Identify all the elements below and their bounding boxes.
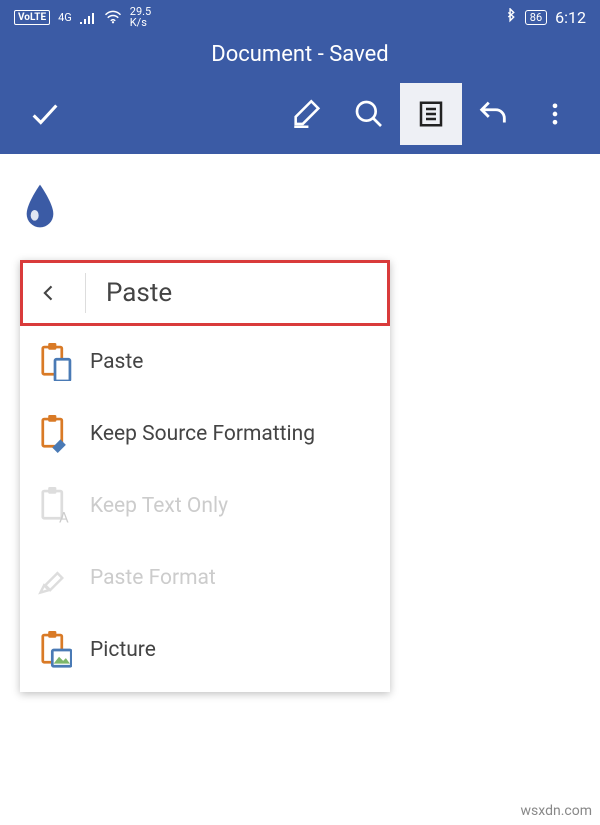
menu-item-label: Keep Source Formatting bbox=[90, 422, 315, 446]
document-title: Document - Saved bbox=[211, 42, 388, 67]
menu-item-label: Keep Text Only bbox=[90, 494, 228, 518]
bluetooth-icon bbox=[505, 8, 517, 26]
more-button[interactable] bbox=[524, 83, 586, 145]
menu-item-keep-text: A Keep Text Only bbox=[20, 470, 390, 542]
clipboard-brush-icon bbox=[38, 415, 72, 453]
paste-menu: Paste Paste Keep Source Formatting A bbox=[20, 260, 390, 692]
toolbar bbox=[0, 74, 600, 154]
volte-badge: VoLTE bbox=[14, 10, 50, 25]
format-pen-button[interactable] bbox=[276, 83, 338, 145]
done-button[interactable] bbox=[14, 83, 76, 145]
menu-item-label: Paste bbox=[90, 350, 143, 374]
network-4g: 4G bbox=[58, 11, 72, 24]
back-button[interactable] bbox=[33, 277, 65, 309]
reading-view-button[interactable] bbox=[400, 83, 462, 145]
status-left: VoLTE 4G 29.5 K/s bbox=[14, 6, 151, 28]
document-area: Paste Paste Keep Source Formatting A bbox=[0, 154, 600, 702]
clipboard-paste-icon bbox=[38, 343, 72, 381]
menu-title: Paste bbox=[106, 278, 172, 308]
svg-text:A: A bbox=[59, 508, 69, 525]
clipboard-text-icon: A bbox=[38, 487, 72, 525]
watermark: wsxdn.com bbox=[521, 803, 592, 819]
menu-item-paste-format: Paste Format bbox=[20, 542, 390, 614]
menu-item-keep-source[interactable]: Keep Source Formatting bbox=[20, 398, 390, 470]
wifi-icon bbox=[104, 10, 122, 24]
menu-item-paste[interactable]: Paste bbox=[20, 326, 390, 398]
header-divider bbox=[85, 273, 86, 313]
menu-item-label: Picture bbox=[90, 638, 156, 662]
signal-icon bbox=[80, 10, 96, 24]
clock: 6:12 bbox=[555, 8, 586, 27]
undo-button[interactable] bbox=[462, 83, 524, 145]
battery-badge: 86 bbox=[525, 10, 547, 25]
status-right: 86 6:12 bbox=[505, 8, 586, 27]
status-bar: VoLTE 4G 29.5 K/s 86 6:12 bbox=[0, 0, 600, 34]
drop-icon bbox=[24, 184, 56, 228]
format-brush-icon bbox=[38, 559, 72, 597]
menu-item-picture[interactable]: Picture bbox=[20, 614, 390, 686]
menu-item-label: Paste Format bbox=[90, 566, 216, 590]
speed-unit: K/s bbox=[130, 16, 147, 29]
clipboard-picture-icon bbox=[38, 631, 72, 669]
menu-header: Paste bbox=[20, 260, 390, 326]
search-button[interactable] bbox=[338, 83, 400, 145]
document-title-bar: Document - Saved bbox=[0, 34, 600, 74]
speed-indicator: 29.5 K/s bbox=[130, 6, 151, 28]
